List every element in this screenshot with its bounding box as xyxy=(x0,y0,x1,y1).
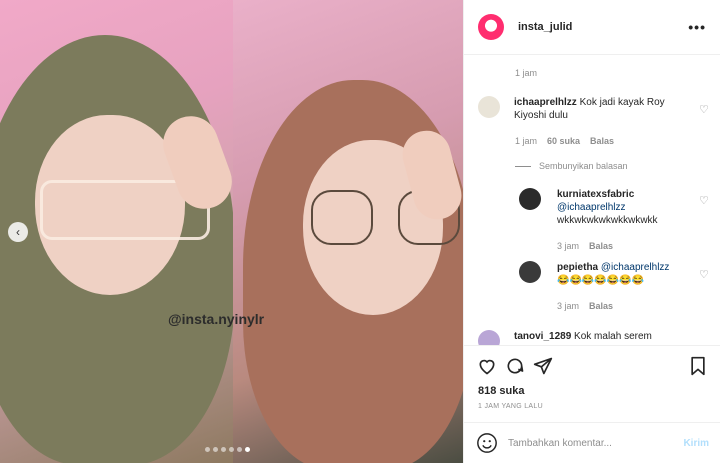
emoji-icon[interactable] xyxy=(476,432,498,454)
comment-text: Kok malah serem xyxy=(574,331,652,342)
comment-meta: 1 jam 60 suka Balas xyxy=(515,136,614,146)
comment-timestamp: 1 jam xyxy=(515,68,538,78)
carousel-prev-button[interactable]: ‹ xyxy=(8,222,28,242)
reply-meta: 3 jam Balas xyxy=(557,241,613,251)
divider xyxy=(515,165,531,167)
bookmark-icon[interactable] xyxy=(687,355,709,377)
comment-composer: Kirim xyxy=(464,422,720,463)
reply-item: pepietha @ichaaprelhlzz 😂😂😂😂😂😂😂 xyxy=(519,261,694,287)
post-media-carousel[interactable]: @insta.nyinylr ‹ xyxy=(0,0,463,463)
reply-time: 3 jam xyxy=(557,301,580,311)
comment-body: ichaaprelhlzz Kok jadi kayak Roy Kiyoshi… xyxy=(514,96,692,122)
reply-mention[interactable]: @ichaaprelhlzz xyxy=(601,262,670,273)
like-reply-heart-icon[interactable]: ♡ xyxy=(699,268,709,281)
carousel-dot xyxy=(237,447,242,452)
hide-replies-button[interactable]: Sembunyikan balasan xyxy=(515,161,628,171)
carousel-dot-active xyxy=(245,447,250,452)
post-header: insta_julid ••• xyxy=(464,0,720,55)
reply-username[interactable]: pepietha xyxy=(557,262,598,273)
avatar[interactable] xyxy=(519,261,541,283)
chevron-left-icon: ‹ xyxy=(16,225,20,239)
comment-item: ichaaprelhlzz Kok jadi kayak Roy Kiyoshi… xyxy=(478,96,692,122)
reply-username[interactable]: kurniatexsfabric xyxy=(557,189,634,200)
comment-icon[interactable] xyxy=(504,355,526,377)
reply-meta: 3 jam Balas xyxy=(557,301,613,311)
reply-button[interactable]: Balas xyxy=(589,241,613,251)
carousel-dot xyxy=(213,447,218,452)
reply-mention[interactable]: @ichaaprelhlzz xyxy=(557,202,626,213)
post-author-username[interactable]: insta_julid xyxy=(518,21,572,33)
share-icon[interactable] xyxy=(532,355,554,377)
watermark-text: @insta.nyinylr xyxy=(168,311,265,327)
avatar[interactable] xyxy=(478,330,500,345)
comment-body: tanovi_1289 Kok malah serem xyxy=(514,330,652,345)
comment-username[interactable]: tanovi_1289 xyxy=(514,331,571,342)
comment-item: tanovi_1289 Kok malah serem xyxy=(478,330,708,345)
reply-body: kurniatexsfabric @ichaaprelhlzz wkkwkwkw… xyxy=(557,188,658,227)
avatar[interactable] xyxy=(519,188,541,210)
like-comment-heart-icon[interactable]: ♡ xyxy=(699,103,709,116)
reply-time: 3 jam xyxy=(557,241,580,251)
like-reply-heart-icon[interactable]: ♡ xyxy=(699,194,709,207)
carousel-dot xyxy=(229,447,234,452)
carousel-dot xyxy=(205,447,210,452)
reply-item: kurniatexsfabric @ichaaprelhlzz wkkwkwkw… xyxy=(519,188,689,227)
post-timestamp: 1 JAM YANG LALU xyxy=(478,403,543,410)
more-options-icon[interactable]: ••• xyxy=(688,19,706,35)
reply-body: pepietha @ichaaprelhlzz 😂😂😂😂😂😂😂 xyxy=(557,261,669,287)
likes-count[interactable]: 818 suka xyxy=(478,385,524,397)
comment-username[interactable]: ichaaprelhlzz xyxy=(514,97,577,108)
post-sidebar: insta_julid ••• 1 jam ichaaprelhlzz Kok … xyxy=(463,0,720,463)
avatar[interactable] xyxy=(478,96,500,118)
send-comment-button[interactable]: Kirim xyxy=(683,438,709,449)
comment-list[interactable]: 1 jam ichaaprelhlzz Kok jadi kayak Roy K… xyxy=(464,56,720,345)
hide-replies-label: Sembunyikan balasan xyxy=(539,161,628,171)
reply-button[interactable]: Balas xyxy=(589,301,613,311)
reply-button[interactable]: Balas xyxy=(590,136,614,146)
avatar[interactable] xyxy=(478,14,504,40)
post-action-bar xyxy=(464,345,720,385)
photo-right xyxy=(233,0,463,463)
carousel-dot xyxy=(221,447,226,452)
comment-likes[interactable]: 60 suka xyxy=(547,136,580,146)
comment-time: 1 jam xyxy=(515,136,538,146)
reply-text: 😂😂😂😂😂😂😂 xyxy=(557,275,645,286)
post-modal: @insta.nyinylr ‹ insta_julid ••• 1 jam i… xyxy=(0,0,720,463)
glasses-shape xyxy=(311,190,373,245)
comment-input[interactable] xyxy=(508,437,684,449)
reply-text: wkkwkwkwkwkkwkwkk xyxy=(557,215,658,226)
heart-icon[interactable] xyxy=(476,355,498,377)
photo-left xyxy=(0,0,240,463)
carousel-dots xyxy=(205,447,250,452)
